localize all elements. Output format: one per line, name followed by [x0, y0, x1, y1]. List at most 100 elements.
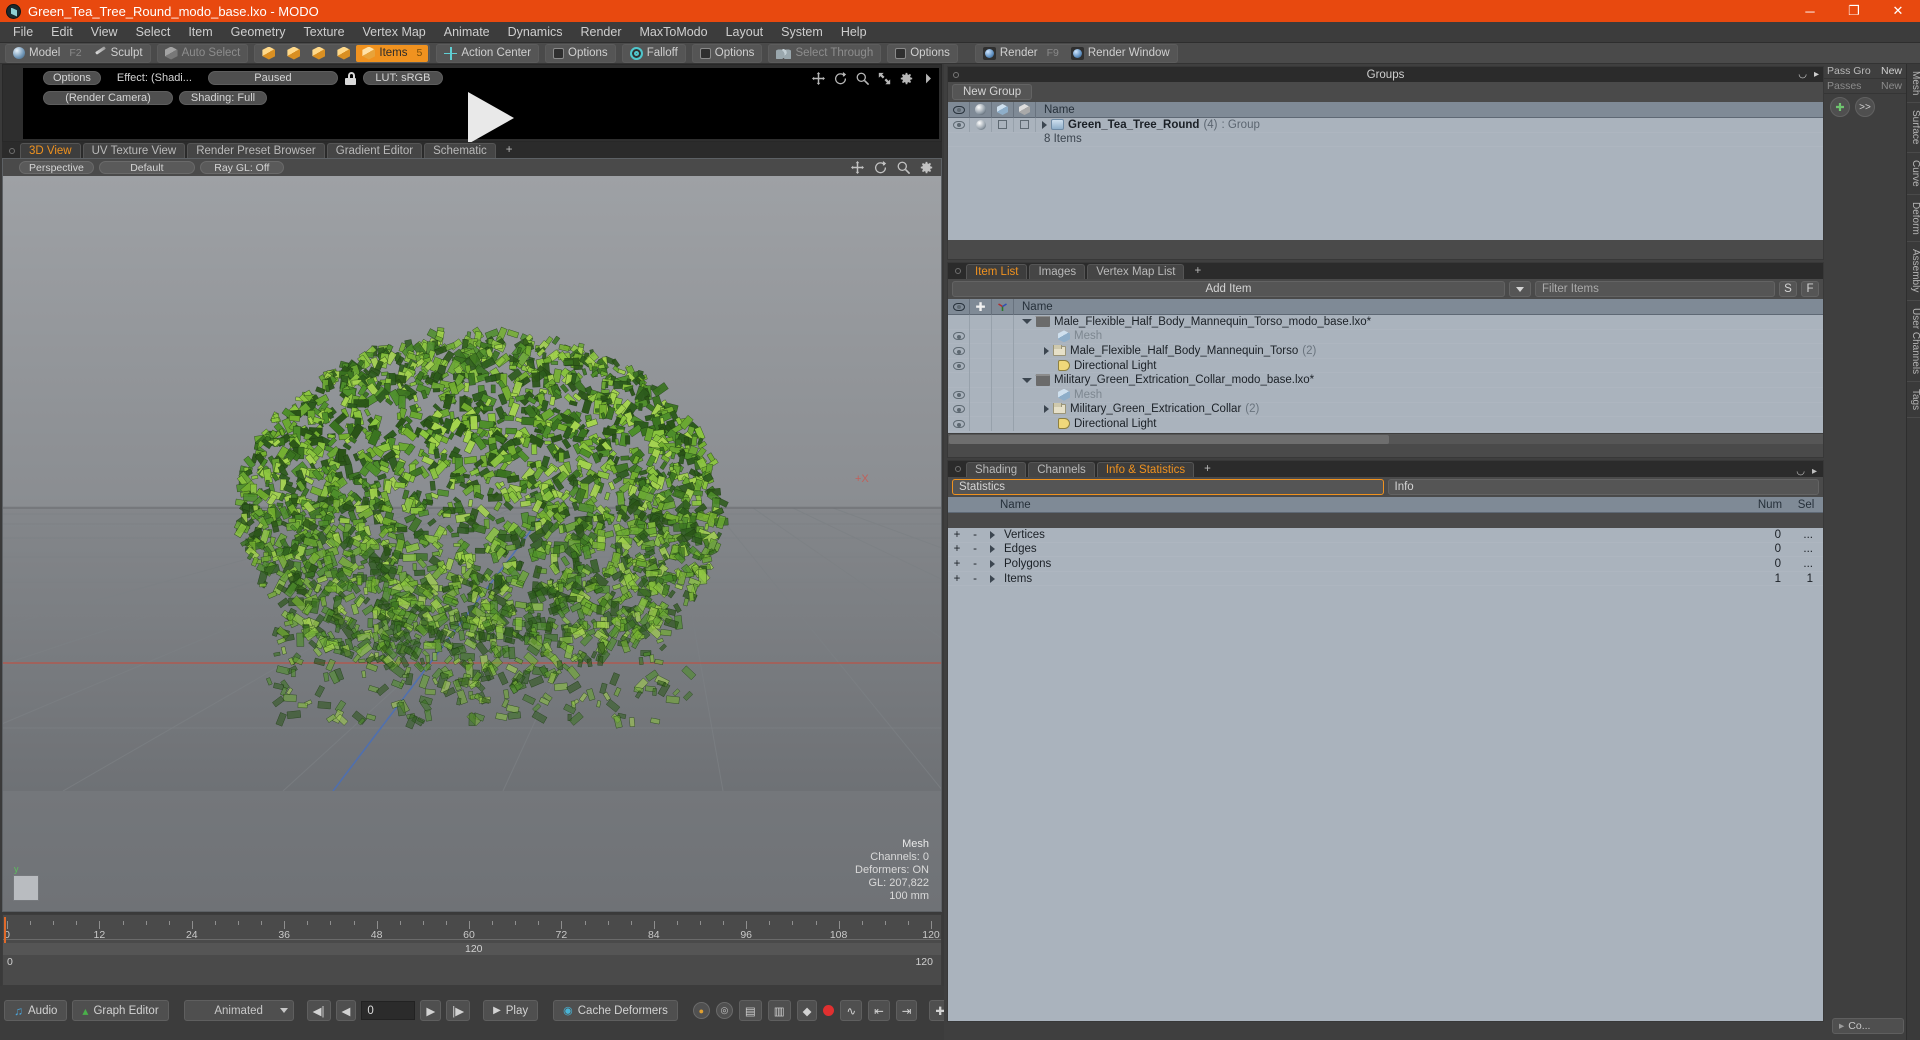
render-camera-button[interactable]: (Render Camera) [43, 91, 173, 105]
row-visibility-cell[interactable] [948, 416, 970, 432]
col-visibility-icon[interactable] [948, 101, 970, 118]
range-end-icon[interactable]: ▥ [767, 1000, 791, 1021]
tab-item-list[interactable]: Item List [966, 264, 1028, 279]
row-wire-cell[interactable] [1014, 117, 1036, 133]
material-mode-button[interactable] [331, 45, 356, 62]
step-forward-button[interactable]: ▶ [420, 1000, 442, 1021]
expand-caret-icon[interactable] [989, 545, 995, 554]
item-row-content[interactable]: Military_Green_Extrication_Collar_modo_b… [1014, 374, 1823, 386]
col-axis-icon[interactable] [992, 298, 1014, 315]
menu-item-file[interactable]: File [4, 22, 42, 43]
groups-list[interactable]: Green_Tea_Tree_Round (4) : Group 8 Items [948, 117, 1823, 240]
row-lock-cell[interactable] [970, 329, 992, 344]
add-item-dropdown-button[interactable] [1509, 281, 1531, 297]
key-curve-icon[interactable]: ∿ [840, 1000, 863, 1021]
tab-schematic[interactable]: Schematic [424, 143, 496, 158]
zoom-icon[interactable] [856, 72, 869, 85]
filter-f-button[interactable]: F [1801, 281, 1819, 297]
select-through-button[interactable]: Select Through [770, 45, 879, 62]
table-row[interactable]: Male_Flexible_Half_Body_Mannequin_Torso(… [948, 343, 1823, 359]
statistics-rows[interactable]: + - Vertices 0... + - Edges 0... + - Polygons 0... +… [948, 528, 1823, 1021]
row-visibility-cell[interactable] [948, 315, 970, 330]
item-list-rows[interactable]: Male_Flexible_Half_Body_Mannequin_Torso_… [948, 315, 1823, 433]
menu-item-select[interactable]: Select [127, 22, 180, 43]
eye-icon[interactable] [952, 390, 965, 399]
menu-item-help[interactable]: Help [832, 22, 876, 43]
panel-menu-dot-icon[interactable] [955, 466, 961, 472]
stat-remove-button[interactable]: - [966, 573, 984, 585]
row-lock-cell[interactable] [970, 416, 992, 432]
table-row[interactable]: Military_Green_Extrication_Collar_modo_b… [948, 372, 1823, 388]
stat-caret-cell[interactable] [984, 574, 1000, 583]
action-center-button[interactable]: Action Center [438, 45, 537, 62]
row-visibility-cell[interactable] [948, 343, 970, 359]
menu-item-edit[interactable]: Edit [42, 22, 82, 43]
viewport-preset-button[interactable]: Default [98, 161, 195, 174]
stat-remove-button[interactable]: - [966, 558, 984, 570]
expand-caret-icon[interactable] [989, 559, 995, 568]
render-effect-label[interactable]: Effect: (Shadi... [107, 71, 202, 85]
table-row[interactable]: Male_Flexible_Half_Body_Mannequin_Torso_… [948, 315, 1823, 330]
eye-icon[interactable] [952, 332, 965, 341]
add-view-tab-button[interactable]: + [498, 143, 521, 158]
eye-icon[interactable] [952, 405, 965, 414]
vtab-curve[interactable]: Curve [1907, 153, 1920, 195]
item-row-content[interactable]: Directional Light [1014, 360, 1823, 372]
step-back-button[interactable]: ◀ [335, 1000, 357, 1021]
expand-caret-icon[interactable] [989, 574, 995, 583]
row-lock-cell[interactable] [970, 387, 992, 403]
stat-add-button[interactable]: + [948, 529, 966, 541]
add-pass-icon[interactable]: ✚ [1830, 97, 1850, 117]
render-button[interactable]: Render F9 [977, 45, 1065, 62]
fit-icon[interactable] [878, 72, 891, 85]
add-item-button[interactable]: Add Item [952, 281, 1505, 297]
axis-orientation-widget[interactable]: y [13, 864, 39, 901]
table-row[interactable]: Directional Light [948, 416, 1823, 432]
row-shade-cell[interactable] [992, 117, 1014, 133]
tab-gradient-editor[interactable]: Gradient Editor [326, 143, 423, 158]
collapse-caret-icon[interactable] [1022, 377, 1032, 383]
auto-key-icon[interactable]: ◎ [715, 1002, 733, 1019]
tab-channels[interactable]: Channels [1028, 462, 1095, 477]
item-row-content[interactable]: Male_Flexible_Half_Body_Mannequin_Torso_… [1014, 316, 1823, 328]
table-row[interactable]: + - Edges 0... [948, 543, 1823, 558]
key-next-icon[interactable]: ⇥ [895, 1000, 918, 1021]
stat-add-button[interactable]: + [948, 573, 966, 585]
vtab-deform[interactable]: Deform [1907, 195, 1920, 243]
vtab-assembly[interactable]: Assembly [1907, 242, 1920, 301]
table-row[interactable]: Military_Green_Extrication_Collar (2) [948, 402, 1823, 418]
row-axis-cell[interactable] [992, 372, 1014, 388]
stat-add-button[interactable]: + [948, 543, 966, 555]
menu-item-geometry[interactable]: Geometry [222, 22, 295, 43]
vtab-user-channels[interactable]: User Channels [1907, 301, 1920, 382]
col-shading-icon[interactable] [992, 101, 1014, 118]
render-preview-canvas[interactable]: Options Effect: (Shadi... Paused LUT: sR… [23, 68, 939, 144]
statistics-tab[interactable]: Statistics [952, 479, 1384, 495]
viewport-3d[interactable]: Perspective Default Ray GL: Off +X Mesh … [2, 158, 942, 912]
render-window-button[interactable]: Render Window [1065, 45, 1176, 62]
col-sel-header[interactable]: Sel [1789, 497, 1823, 513]
gear-icon[interactable] [920, 161, 933, 174]
row-visibility-cell[interactable] [948, 358, 970, 373]
row-axis-cell[interactable] [992, 343, 1014, 359]
filter-items-input[interactable]: Filter Items [1535, 281, 1775, 297]
vtab-surface[interactable]: Surface [1907, 103, 1920, 153]
stat-add-button[interactable]: + [948, 558, 966, 570]
menu-item-dynamics[interactable]: Dynamics [499, 22, 572, 43]
item-list-hscrollbar[interactable] [948, 433, 1823, 444]
panel-menu-dot-icon[interactable] [9, 148, 15, 154]
rotate-icon[interactable] [834, 72, 847, 85]
viewport-canvas[interactable]: +X Mesh Channels: 0 Deformers: ON GL: 20… [3, 176, 941, 911]
timeline-ruler[interactable]: 0 12 24 36 48 60 72 84 96 108 120 [3, 921, 941, 941]
info-tab[interactable]: Info [1387, 479, 1819, 495]
tab-images[interactable]: Images [1029, 264, 1086, 279]
polygon-mode-button[interactable] [306, 45, 331, 62]
passes-new-button[interactable]: New [1881, 80, 1906, 92]
tab-info-statistics[interactable]: Info & Statistics [1096, 462, 1195, 477]
menu-item-texture[interactable]: Texture [295, 22, 354, 43]
key-anim-icon[interactable]: ● [692, 1002, 710, 1019]
menu-item-item[interactable]: Item [179, 22, 221, 43]
maximize-panel-icon[interactable]: ◡ [1796, 466, 1805, 477]
panel-menu-dot-icon[interactable] [955, 268, 961, 274]
col-wire-icon[interactable] [1014, 101, 1036, 118]
